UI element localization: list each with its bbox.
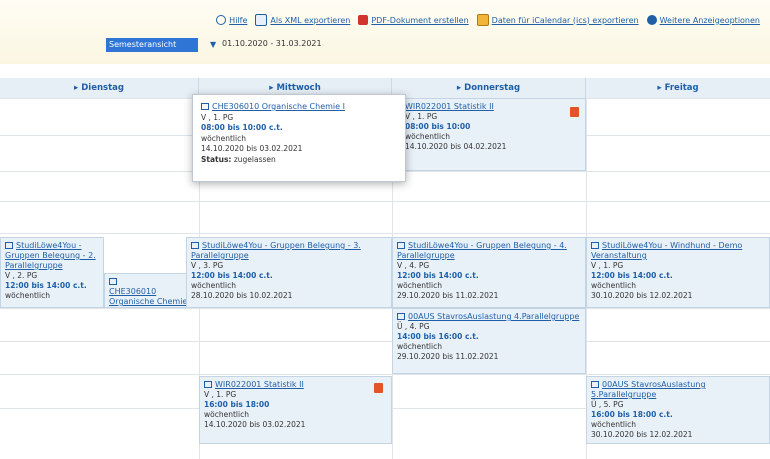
grid-line xyxy=(0,308,770,309)
event-tue-chemie[interactable]: CHE306010 Organische Chemie I xyxy=(104,273,199,308)
event-tooltip: CHE306010 Organische Chemie I V , 1. PG … xyxy=(192,94,406,182)
grid-line xyxy=(0,233,770,234)
grid-line xyxy=(0,374,770,375)
book-icon xyxy=(201,103,209,110)
view-select[interactable]: Semesteransicht xyxy=(106,38,198,52)
event-wed-gruppe3[interactable]: StudiLöwe4You - Gruppen Belegung - 3. Pa… xyxy=(186,237,392,308)
day-header-donnerstag[interactable]: ▸ Donnerstag xyxy=(392,78,586,98)
more-options-link[interactable]: Weitere Anzeigeoptionen xyxy=(646,15,760,25)
grid-line xyxy=(0,201,770,202)
book-icon xyxy=(591,242,599,249)
event-title[interactable]: StudiLöwe4You - Gruppen Belegung - 4. Pa… xyxy=(397,241,581,261)
pdf-export-link[interactable]: PDF-Dokument erstellen xyxy=(358,15,469,25)
book-icon xyxy=(591,381,599,388)
event-thu-auslastung4[interactable]: 00AUS StavrosAuslastung 4.Parallelgruppe… xyxy=(392,308,586,374)
event-title[interactable]: 00AUS StavrosAuslastung 5.Parallelgruppe xyxy=(591,380,765,400)
event-title[interactable]: StudiLöwe4You - Gruppen Belegung - 2. Pa… xyxy=(5,241,99,271)
toolbar-links: Hilfe Als XML exportieren PDF-Dokument e… xyxy=(216,14,760,26)
xml-export-link[interactable]: Als XML exportieren xyxy=(255,14,350,26)
day-header-dienstag[interactable]: ▸ Dienstag xyxy=(0,78,199,98)
event-title[interactable]: CHE306010 Organische Chemie I xyxy=(109,287,194,307)
event-title[interactable]: StudiLöwe4You - Gruppen Belegung - 3. Pa… xyxy=(191,241,387,261)
help-icon xyxy=(216,15,227,25)
event-title[interactable]: 00AUS StavrosAuslastung 4.Parallelgruppe xyxy=(397,312,581,322)
book-icon xyxy=(204,381,212,388)
exit-icon[interactable] xyxy=(570,107,579,117)
event-thu-statistik[interactable]: WIR022001 Statistik II V , 1. PG 08:00 b… xyxy=(393,98,586,171)
event-thu-gruppe4[interactable]: StudiLöwe4You - Gruppen Belegung - 4. Pa… xyxy=(392,237,586,308)
toolbar: Hilfe Als XML exportieren PDF-Dokument e… xyxy=(0,0,770,64)
chevron-down-icon[interactable]: ▼ xyxy=(210,40,216,49)
event-title[interactable]: WIR022001 Statistik II xyxy=(405,102,581,112)
event-title[interactable]: WIR022001 Statistik II xyxy=(204,380,387,390)
pdf-icon xyxy=(358,15,369,25)
exit-icon[interactable] xyxy=(374,383,383,393)
date-range: 01.10.2020 - 31.03.2021 xyxy=(222,39,322,48)
ical-export-link[interactable]: Daten für iCalendar (ics) exportieren xyxy=(476,14,639,26)
event-fri-auslastung5[interactable]: 00AUS StavrosAuslastung 5.Parallelgruppe… xyxy=(586,376,770,444)
xml-icon xyxy=(255,14,268,26)
grid-line xyxy=(0,341,770,342)
book-icon xyxy=(5,242,13,249)
event-title[interactable]: StudiLöwe4You - Windhund - Demo Veransta… xyxy=(591,241,765,261)
event-tue-gruppe2[interactable]: StudiLöwe4You - Gruppen Belegung - 2. Pa… xyxy=(0,237,104,308)
day-header-freitag[interactable]: ▸ Freitag xyxy=(586,78,770,98)
gear-icon xyxy=(646,15,657,25)
book-icon xyxy=(397,313,405,320)
event-fri-windhund[interactable]: StudiLöwe4You - Windhund - Demo Veransta… xyxy=(586,237,770,308)
help-link[interactable]: Hilfe xyxy=(216,15,247,25)
calendar-icon xyxy=(476,14,489,26)
book-icon xyxy=(397,242,405,249)
book-icon xyxy=(109,278,117,285)
tooltip-title[interactable]: CHE306010 Organische Chemie I xyxy=(201,102,399,113)
event-wed-statistik[interactable]: WIR022001 Statistik II V , 1. PG 16:00 b… xyxy=(199,376,392,444)
book-icon xyxy=(191,242,199,249)
